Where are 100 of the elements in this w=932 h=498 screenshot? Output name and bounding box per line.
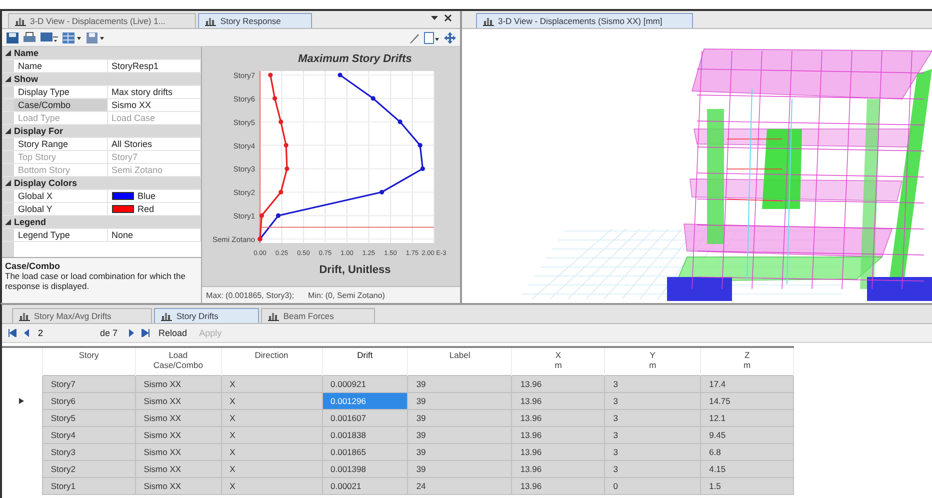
table-cell: Sismo XX bbox=[135, 376, 222, 392]
category-header[interactable]: Display For bbox=[2, 125, 201, 138]
column-header[interactable]: Y m bbox=[604, 347, 701, 376]
close-icon[interactable] bbox=[444, 14, 452, 22]
table-cell: 3 bbox=[604, 410, 701, 426]
property-name[interactable]: Legend Type bbox=[14, 229, 108, 241]
point bbox=[276, 213, 281, 218]
move-icon[interactable] bbox=[444, 32, 456, 44]
table-cell: X bbox=[221, 410, 322, 426]
category-header[interactable]: Name bbox=[2, 47, 201, 60]
collapse-caret-icon[interactable] bbox=[5, 76, 11, 82]
description-title: Case/Combo bbox=[5, 261, 62, 271]
max-value-text: Max: (0.001865, Story3); bbox=[206, 290, 294, 300]
color-swatch[interactable] bbox=[112, 192, 134, 200]
tab[interactable]: Story Drifts bbox=[154, 308, 260, 323]
chart-icon bbox=[15, 16, 26, 26]
column-header[interactable]: Load Case/Combo bbox=[135, 347, 222, 376]
column-header[interactable]: Story bbox=[42, 347, 136, 376]
column-header[interactable]: X m bbox=[512, 347, 605, 376]
table-cell: 0.001838 bbox=[322, 426, 408, 444]
column-header[interactable]: Direction bbox=[221, 347, 322, 376]
table-cell: Sismo XX bbox=[135, 460, 222, 478]
property-value[interactable]: Max story drifts bbox=[108, 86, 201, 98]
table-cell: 13.96 bbox=[512, 460, 605, 478]
collapse-caret-icon[interactable] bbox=[5, 128, 11, 134]
table-cell: 1.5 bbox=[700, 478, 794, 494]
toolbar-button[interactable]: Reload bbox=[156, 326, 190, 340]
table-cell: Story2 bbox=[42, 460, 136, 478]
table-cell: Story1 bbox=[42, 478, 136, 494]
description-text: The load case or load combination for which the response is displayed. bbox=[5, 271, 186, 291]
tab[interactable]: 3-D View - Displacements (Sismo XX) [mm] bbox=[476, 13, 694, 28]
printer-icon[interactable] bbox=[23, 32, 36, 44]
table-cell: 39 bbox=[408, 426, 512, 444]
category-header[interactable]: Show bbox=[2, 73, 201, 86]
record-count: de 7 bbox=[100, 328, 118, 338]
property-name[interactable]: Global Y bbox=[14, 203, 108, 215]
property-value: Red bbox=[138, 203, 154, 215]
chart-icon bbox=[19, 311, 30, 321]
table-cell: 9.45 bbox=[700, 426, 794, 444]
table-cell: X bbox=[221, 460, 322, 478]
point bbox=[268, 72, 273, 78]
table-cell: X bbox=[221, 426, 322, 444]
point bbox=[398, 120, 402, 124]
table-cell: 12.1 bbox=[700, 410, 794, 426]
property-value[interactable]: Sismo XX bbox=[108, 99, 201, 111]
monitor-icon[interactable] bbox=[40, 32, 58, 44]
chart-title: Maximum Story Drifts bbox=[298, 53, 412, 65]
column-header[interactable]: Z m bbox=[700, 347, 794, 376]
collapse-caret-icon[interactable] bbox=[5, 50, 11, 56]
disk-menu-icon[interactable] bbox=[86, 32, 106, 44]
property-name[interactable]: Case/Combo bbox=[14, 99, 108, 111]
chart-icon bbox=[161, 311, 172, 321]
table-cell: Story7 bbox=[42, 376, 136, 392]
table-icon[interactable] bbox=[62, 32, 82, 44]
tab[interactable]: Story Response bbox=[198, 13, 312, 28]
category-header[interactable]: Legend bbox=[2, 216, 201, 229]
point bbox=[338, 72, 342, 78]
table-cell: 39 bbox=[408, 410, 512, 426]
first-record-icon[interactable] bbox=[8, 329, 17, 337]
tab[interactable]: Beam Forces bbox=[261, 308, 375, 323]
collapse-caret-icon[interactable] bbox=[5, 219, 11, 225]
property-name[interactable]: Display Type bbox=[14, 86, 108, 98]
property-name[interactable]: Name bbox=[14, 60, 108, 72]
property-name[interactable]: Story Range bbox=[14, 138, 108, 150]
table-cell: 17.4 bbox=[700, 376, 794, 392]
table-cell: Story5 bbox=[42, 410, 136, 426]
table-cell: Sismo XX bbox=[135, 410, 222, 426]
tab[interactable]: 3-D View - Displacements (Live) 1... bbox=[8, 13, 196, 28]
next-record-icon[interactable] bbox=[128, 329, 135, 337]
table-cell: Sismo XX bbox=[135, 478, 222, 494]
page-icon[interactable] bbox=[424, 32, 440, 44]
caret-down-icon[interactable] bbox=[431, 15, 438, 21]
table-cell: Story6 bbox=[42, 392, 136, 410]
collapse-caret-icon[interactable] bbox=[5, 180, 11, 186]
category-header[interactable]: Display Colors bbox=[2, 177, 201, 190]
table-cell: 13.96 bbox=[512, 444, 605, 460]
last-record-icon[interactable] bbox=[140, 329, 150, 337]
color-swatch[interactable] bbox=[112, 205, 134, 213]
table-cell: 0.001296 bbox=[322, 392, 408, 410]
table-cell: Sismo XX bbox=[135, 444, 222, 460]
property-value[interactable]: None bbox=[108, 229, 201, 241]
table-cell: 39 bbox=[408, 392, 512, 410]
table-cell: 3 bbox=[604, 392, 701, 410]
table-cell: X bbox=[221, 444, 322, 460]
table-cell: 0.001398 bbox=[322, 460, 408, 478]
table-cell: Story3 bbox=[42, 444, 136, 460]
table-cell: 39 bbox=[408, 376, 512, 392]
previous-record-icon[interactable] bbox=[23, 329, 30, 337]
point bbox=[284, 142, 288, 148]
table-cell: 13.96 bbox=[512, 392, 605, 410]
column-header[interactable]: Drift bbox=[322, 347, 408, 376]
row-pointer-icon bbox=[19, 398, 24, 404]
record-field[interactable]: 2 bbox=[36, 327, 94, 339]
property-name[interactable]: Global X bbox=[14, 190, 108, 202]
pencil-icon[interactable] bbox=[408, 32, 420, 44]
property-value[interactable]: All Stories bbox=[108, 138, 201, 150]
property-value[interactable]: StoryResp1 bbox=[108, 60, 201, 72]
tab[interactable]: Story Max/Avg Drifts bbox=[12, 308, 152, 323]
column-header[interactable]: Label bbox=[408, 347, 512, 376]
point bbox=[278, 120, 284, 124]
